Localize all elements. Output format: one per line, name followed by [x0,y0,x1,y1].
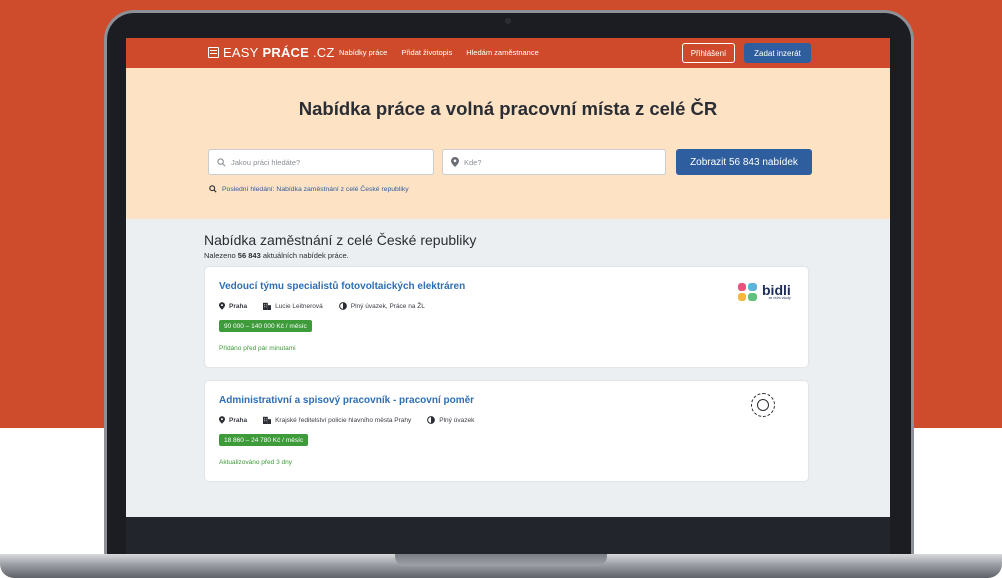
results-count: Nalezeno 56 843 aktuálních nabídek práce… [204,251,349,260]
job-card[interactable]: Vedoucí týmu specialistů fotovoltaických… [205,267,808,367]
job-company: Lucie Leitnerová [275,302,323,310]
job-title[interactable]: Vedoucí týmu specialistů fotovoltaických… [219,281,465,292]
logo-bold: PRÁCE [262,45,309,60]
recent-search-text: Poslední hledání: Nabídka zaměstnání z c… [222,185,409,193]
login-button[interactable]: Přihlášení [682,43,735,63]
location-placeholder: Kde? [464,157,482,167]
laptop-notch [395,554,607,566]
search-icon [209,185,217,193]
found-count: 56 843 [237,251,261,260]
building-icon [263,416,272,424]
building-icon [263,302,272,310]
logo-suffix: .CZ [313,45,335,60]
recent-search-link[interactable]: Poslední hledání: Nabídka zaměstnání z c… [209,185,409,193]
nav-link-find-employees[interactable]: Hledám zaměstnance [466,48,539,57]
job-meta: Praha Krajské ředitelství policie hlavní… [219,416,474,424]
search-icon [217,157,226,166]
nav-links: Nabídky práce Přidat životopis Hledám za… [339,48,539,57]
page-title: Nabídka práce a volná pracovní místa z c… [298,98,718,119]
results-title: Nabídka zaměstnání z celé České republik… [204,232,477,248]
clock-icon [427,416,436,424]
bidli-logo-word: bidli [762,282,791,298]
job-search-input[interactable]: Jakou práci hledáte? [208,149,434,175]
location-input[interactable]: Kde? [442,149,666,175]
salary-badge: 90 000 – 140 000 Kč / měsíc [219,320,312,332]
location-pin-icon [451,157,459,167]
job-search-placeholder: Jakou práci hledáte? [231,157,301,167]
nav-link-job-offers[interactable]: Nabídky práce [339,48,387,57]
job-updated-time: Aktualizováno před 3 dny [219,459,292,466]
nav-link-add-cv[interactable]: Přidat životopis [401,48,452,57]
job-company: Krajské ředitelství policie hlavního měs… [275,416,412,424]
hero-section: Nabídka práce a volná pracovní místa z c… [126,68,890,219]
found-prefix: Nalezeno [204,251,236,260]
job-title[interactable]: Administrativní a spisový pracovník - pr… [219,395,474,406]
show-offers-button[interactable]: Zobrazit 56 843 nabídek [676,149,812,175]
job-type: Plný úvazek [439,416,475,424]
company-logo-bidli: bidli se vším všudy [737,282,791,302]
clock-icon [338,302,347,310]
salary-badge: 18 860 – 24 780 Kč / měsíc [219,434,309,446]
logo-light: EASY [223,45,259,60]
bidli-logo-icon [738,283,757,301]
found-suffix: aktuálních nabídek práce. [262,251,349,260]
job-added-time: Přidáno před pár minutami [219,345,296,352]
job-location: Praha [229,302,248,310]
job-card[interactable]: Administrativní a spisový pracovník - pr… [205,381,808,481]
job-meta: Praha Lucie Leitnerová Plný úvazek, Prác… [219,302,425,310]
site-logo[interactable]: EASY PRÁCE .CZ [208,45,335,60]
job-location: Praha [229,416,248,424]
document-icon [208,47,219,58]
location-pin-icon [219,416,225,424]
job-type: Plný úvazek, Práce na ŽL [350,302,425,310]
post-ad-button[interactable]: Zadat inzerát [744,43,811,63]
screen: EASY PRÁCE .CZ Nabídky práce Přidat životo… [126,38,890,517]
seal-emblem-icon [757,399,769,411]
top-navbar: EASY PRÁCE .CZ Nabídky práce Přidat životo… [126,38,890,68]
laptop-chin [126,517,890,554]
police-seal-logo [751,393,775,417]
camera-icon [505,18,511,24]
location-pin-icon [219,302,225,310]
